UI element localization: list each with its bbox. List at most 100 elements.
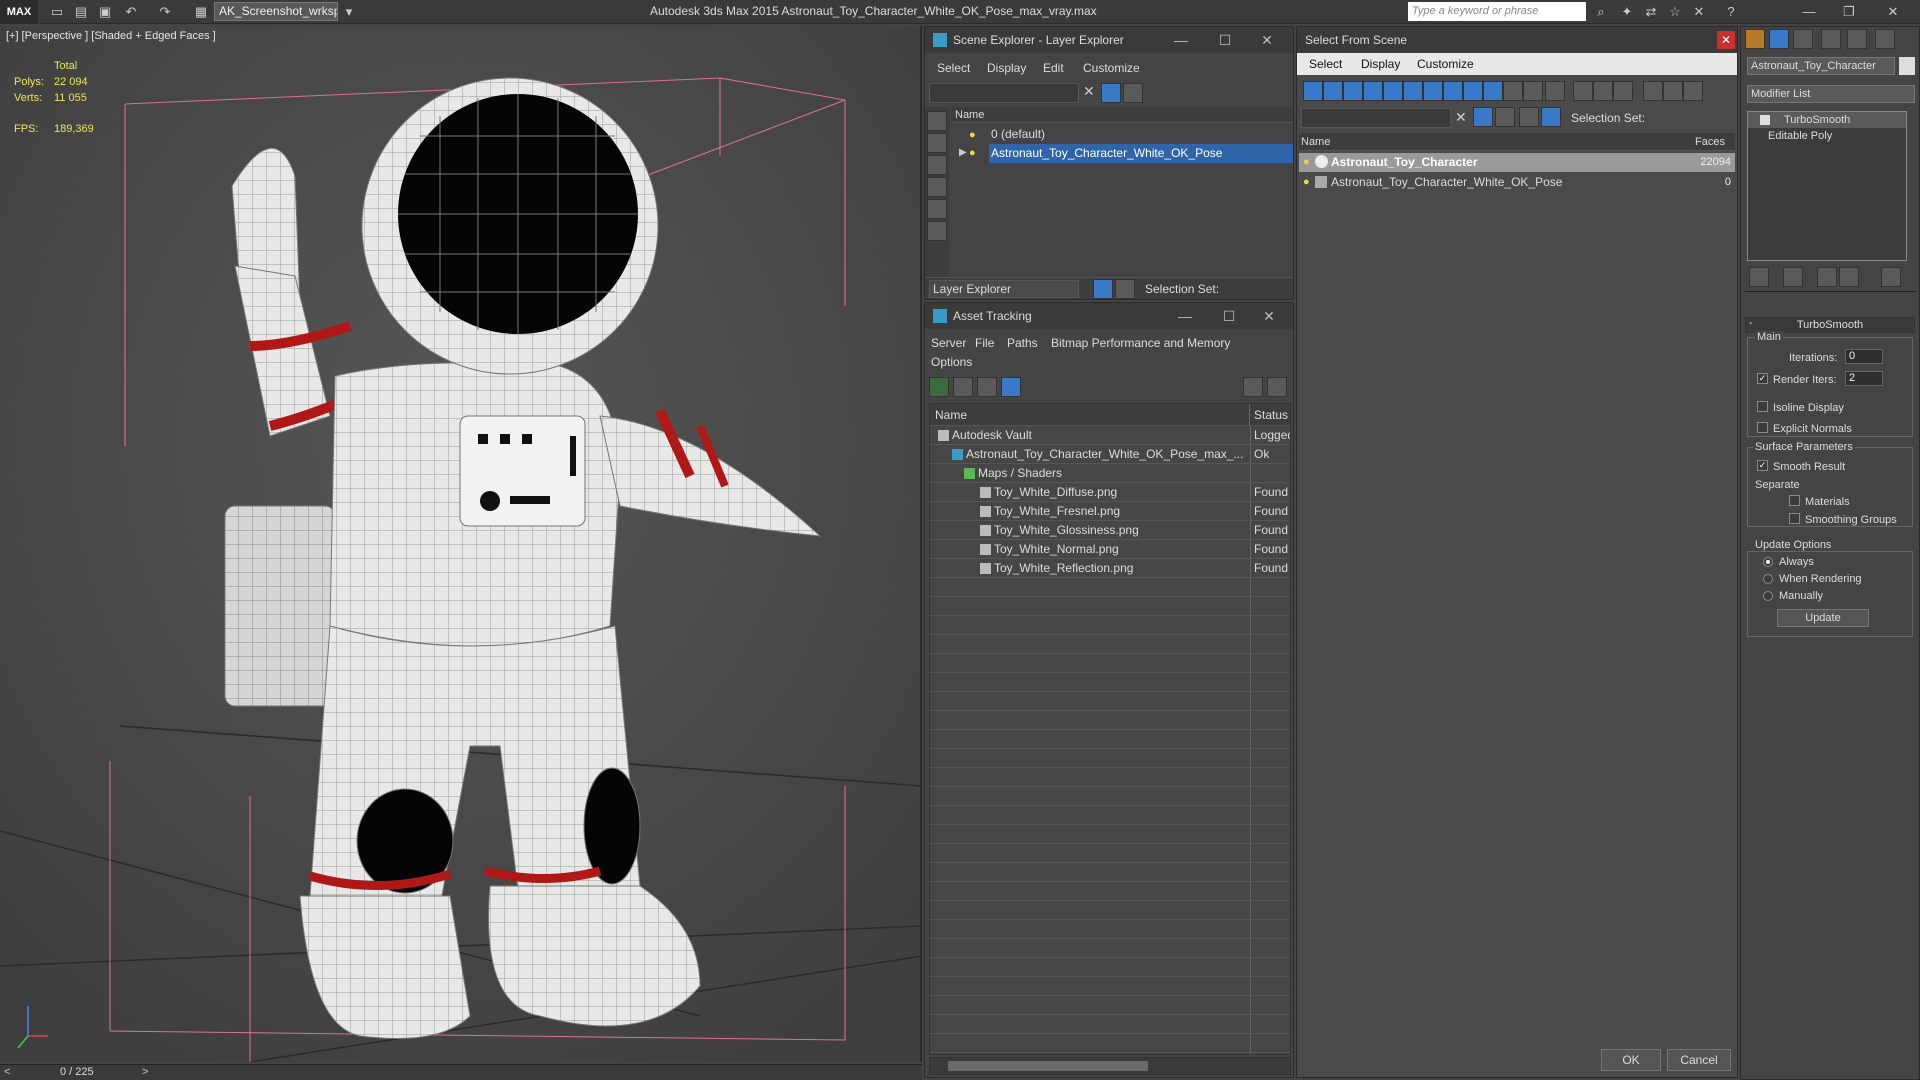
layer-explorer-icon[interactable] xyxy=(1093,279,1113,299)
menu-paths[interactable]: Paths xyxy=(1007,336,1038,350)
table-row[interactable] xyxy=(930,825,1290,844)
minimize-icon[interactable]: — xyxy=(1800,3,1818,21)
table-row[interactable] xyxy=(930,901,1290,920)
menu-customize[interactable]: Customize xyxy=(1083,61,1140,75)
help-icon[interactable]: ? xyxy=(1722,3,1740,21)
remove-modifier-icon[interactable] xyxy=(1839,267,1859,287)
select-from-scene-title[interactable]: Select From Scene xyxy=(1297,27,1737,53)
hierarchy-icon[interactable] xyxy=(1115,279,1135,299)
display-lights-icon[interactable] xyxy=(927,221,947,241)
table-row[interactable] xyxy=(930,939,1290,958)
menu-display[interactable]: Display xyxy=(1361,57,1400,71)
maximize-icon[interactable]: ☐ xyxy=(1205,27,1245,53)
display-shapes-icon[interactable] xyxy=(1323,81,1343,101)
display-cameras-icon[interactable] xyxy=(1363,81,1383,101)
isoline-display-checkbox[interactable] xyxy=(1757,401,1768,412)
help-icon[interactable] xyxy=(1243,377,1263,397)
column-header-name[interactable]: Name xyxy=(930,404,1250,426)
list-icon[interactable] xyxy=(953,377,973,397)
lightbulb-icon[interactable]: ● xyxy=(1303,156,1310,168)
thumbnail-icon[interactable] xyxy=(977,377,997,397)
table-row[interactable] xyxy=(930,787,1290,806)
close-icon[interactable]: ✕ xyxy=(1247,27,1287,53)
table-row[interactable] xyxy=(930,749,1290,768)
sync-selection-icon[interactable] xyxy=(1643,81,1663,101)
table-row[interactable] xyxy=(930,692,1290,711)
pin-stack-icon[interactable] xyxy=(1749,267,1769,287)
table-row[interactable]: Toy_White_Normal.png Found xyxy=(930,540,1290,559)
modifier-list-dropdown[interactable]: Modifier List xyxy=(1747,85,1915,103)
clear-icon[interactable]: ✕ xyxy=(1083,83,1095,100)
chevron-right-icon[interactable]: > xyxy=(142,1066,148,1078)
table-row[interactable]: Toy_White_Glossiness.png Found xyxy=(930,521,1290,540)
create-tab-icon[interactable] xyxy=(1745,29,1765,49)
redo-icon[interactable]: ↷ xyxy=(156,3,174,21)
light-bulb-icon[interactable] xyxy=(1760,115,1770,125)
display-frozen-icon[interactable] xyxy=(1503,81,1523,101)
search-input[interactable]: Type a keyword or phrase xyxy=(1408,2,1586,21)
tools-icon[interactable]: ✦ xyxy=(1618,3,1636,21)
always-radio[interactable] xyxy=(1763,557,1773,567)
display-tab-icon[interactable] xyxy=(1847,29,1867,49)
table-row[interactable]: Toy_White_Fresnel.png Found xyxy=(930,502,1290,521)
when-rendering-radio[interactable] xyxy=(1763,574,1773,584)
display-shapes-icon[interactable] xyxy=(927,199,947,219)
settings-icon[interactable] xyxy=(1267,377,1287,397)
minimize-icon[interactable]: — xyxy=(1165,303,1205,329)
object-row-astronaut[interactable]: Astronaut_Toy_Character xyxy=(1299,153,1735,172)
column-header-status[interactable]: Status xyxy=(1250,404,1290,426)
select-all-icon[interactable] xyxy=(1573,81,1593,101)
display-spacewarps-icon[interactable] xyxy=(1403,81,1423,101)
table-row[interactable] xyxy=(930,920,1290,939)
hierarchy-icon[interactable] xyxy=(1495,107,1515,127)
filter-icon[interactable] xyxy=(1473,107,1493,127)
table-row[interactable] xyxy=(930,996,1290,1015)
collapse-icon[interactable]: - xyxy=(1749,317,1753,329)
display-geometry-icon[interactable] xyxy=(927,177,947,197)
selection-set-icon[interactable] xyxy=(1541,107,1561,127)
display-bones-icon[interactable] xyxy=(1463,81,1483,101)
column-header-faces[interactable]: Faces xyxy=(1691,133,1735,151)
display-all-icon[interactable] xyxy=(1545,81,1565,101)
chevron-down-icon[interactable]: ▾ xyxy=(340,3,358,21)
menu-display[interactable]: Display xyxy=(987,61,1026,75)
open-file-icon[interactable]: ▤ xyxy=(72,3,90,21)
scrollbar-thumb[interactable] xyxy=(948,1061,1148,1071)
exchange-icon[interactable]: ⇄ xyxy=(1642,3,1660,21)
update-button[interactable]: Update xyxy=(1777,609,1869,627)
display-geometry-icon[interactable] xyxy=(1303,81,1323,101)
close-x-icon[interactable]: ✕ xyxy=(1690,3,1708,21)
utilities-tab-icon[interactable] xyxy=(1875,29,1895,49)
menu-server[interactable]: Server xyxy=(931,336,966,350)
hierarchy-tab-icon[interactable] xyxy=(1793,29,1813,49)
menu-select[interactable]: Select xyxy=(1309,57,1342,71)
table-view-icon[interactable] xyxy=(1001,377,1021,397)
save-icon[interactable]: ▣ xyxy=(96,3,114,21)
column-header-name[interactable]: Name xyxy=(1299,133,1691,151)
find-input[interactable] xyxy=(1301,108,1451,128)
chevron-left-icon[interactable]: < xyxy=(4,1066,10,1078)
expand-arrow-icon[interactable]: ▶ xyxy=(959,147,967,158)
table-row[interactable] xyxy=(930,597,1290,616)
table-row[interactable] xyxy=(930,1015,1290,1034)
stack-item-turbosmooth[interactable]: TurboSmooth xyxy=(1748,112,1906,128)
ok-button[interactable]: OK xyxy=(1601,1049,1661,1071)
layers-icon[interactable] xyxy=(1519,107,1539,127)
workspace-dropdown[interactable]: AK_Screenshot_wrksp xyxy=(214,2,338,21)
minimize-icon[interactable]: — xyxy=(1161,27,1201,53)
table-row[interactable]: Autodesk Vault Logged xyxy=(930,426,1290,445)
display-all-icon[interactable] xyxy=(927,133,947,153)
layer-row-default[interactable]: 0 (default) xyxy=(951,125,1293,144)
object-color-swatch[interactable] xyxy=(1899,57,1915,75)
lightbulb-icon[interactable]: ● xyxy=(969,147,976,159)
select-invert-icon[interactable] xyxy=(1613,81,1633,101)
close-icon[interactable]: ✕ xyxy=(1884,3,1902,21)
clear-icon[interactable]: ✕ xyxy=(1455,109,1467,126)
undo-icon[interactable]: ↶ xyxy=(122,3,140,21)
layers-icon[interactable] xyxy=(1123,83,1143,103)
perspective-viewport[interactable]: [+] [Perspective ] [Shaded + Edged Faces… xyxy=(0,26,922,1062)
table-row[interactable] xyxy=(930,863,1290,882)
table-row[interactable] xyxy=(930,673,1290,692)
layer-row-astronaut[interactable]: Astronaut_Toy_Character_White_OK_Pose xyxy=(989,144,1293,163)
table-row[interactable] xyxy=(930,977,1290,996)
